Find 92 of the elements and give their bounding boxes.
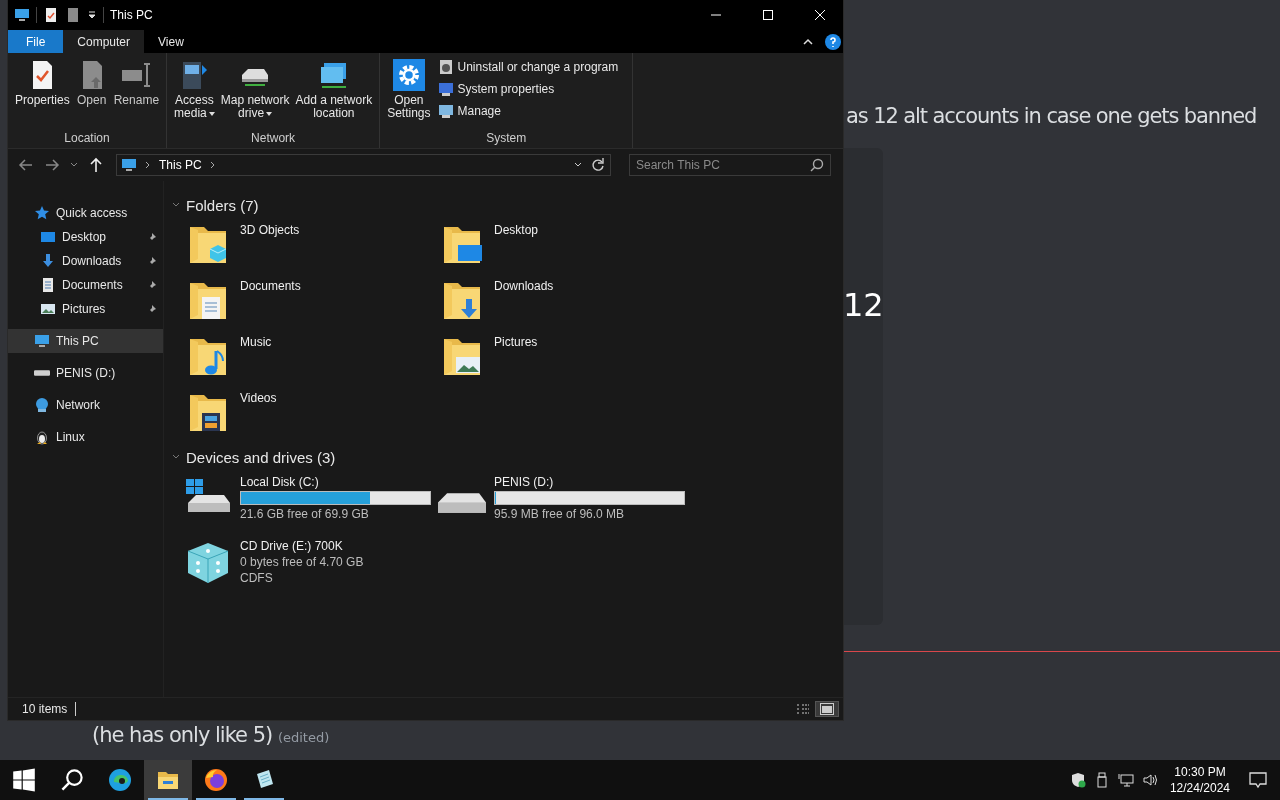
network-icon[interactable] [1117, 772, 1134, 788]
embed-text: 12 [843, 286, 884, 324]
folder-item[interactable]: Pictures [438, 329, 692, 385]
drive-item[interactable]: CD Drive (E:) 700K 0 bytes free of 4.70 GB CDFS [184, 533, 438, 591]
drive-item[interactable]: PENIS (D:) 95.9 MB free of 96.0 MB [438, 469, 692, 533]
fox-globe-icon [204, 768, 228, 792]
monitor-icon [40, 229, 56, 245]
ribbon-tab[interactable]: Computer [63, 30, 145, 53]
volume-icon[interactable] [1141, 772, 1158, 788]
chat-message: as 12 alt accounts in case one gets banned [846, 104, 1257, 128]
section-header[interactable]: Folders (7) [172, 193, 843, 217]
sidebar-item[interactable]: Documents [8, 273, 163, 297]
ribbon-button[interactable]: Manage [435, 101, 621, 121]
ribbon-button[interactable]: System properties [435, 79, 621, 99]
address-bar[interactable]: This PC [116, 154, 611, 176]
file-tab[interactable]: File [8, 30, 64, 53]
dropdown-icon[interactable] [87, 10, 97, 20]
taskbar-app-button[interactable] [144, 760, 192, 800]
monitor-icon [34, 333, 50, 349]
list-icon [796, 703, 810, 715]
forward-icon[interactable] [44, 157, 60, 173]
chevron-icon [145, 161, 151, 169]
shield-icon[interactable] [1069, 772, 1086, 788]
document-icon [40, 277, 56, 293]
checklist-icon[interactable] [43, 7, 59, 23]
monitor-icon [437, 81, 454, 97]
close-icon [815, 10, 825, 20]
sidebar-item[interactable]: Network [8, 393, 163, 417]
sidebar-item[interactable]: Linux [8, 425, 163, 449]
ribbon-button[interactable]: Access media [171, 57, 218, 122]
chevron-icon [209, 161, 216, 169]
clock[interactable]: 10:30 PM 12/24/2024 [1161, 765, 1238, 795]
ribbon-button[interactable]: Add a network location [292, 57, 376, 122]
group-label: Location [64, 131, 110, 145]
section-header[interactable]: Devices and drives (3) [172, 445, 843, 469]
sidebar-item[interactable]: PENIS (D:) [8, 361, 163, 385]
drive-name: CD Drive (E:) 700K [240, 539, 344, 553]
search-icon [60, 768, 84, 792]
drive-detail: 21.6 GB free of 69.9 GB [240, 507, 370, 521]
ribbon-button[interactable]: Map network drive [217, 57, 293, 122]
page-icon[interactable] [65, 7, 81, 23]
path-segment[interactable]: This PC [159, 158, 202, 172]
drive-item[interactable]: Local Disk (C:) 21.6 GB free of 69.9 GB [184, 469, 438, 533]
window-icon [820, 703, 834, 715]
notification-icon[interactable] [1248, 770, 1268, 790]
ribbon-tab[interactable]: View [144, 30, 198, 53]
item-count: 10 items [22, 702, 77, 716]
globe-icon [34, 397, 50, 413]
folder-item[interactable]: 3D Objects [184, 217, 438, 273]
folder-item[interactable]: Desktop [438, 217, 692, 273]
ribbon-button[interactable]: Properties [12, 57, 73, 109]
monitor-icon [437, 103, 454, 119]
chat-message: (he has only like 5) (edited) [92, 723, 330, 747]
browser-icon [108, 768, 132, 792]
search-icon [809, 157, 825, 173]
drive-detail: 0 bytes free of 4.70 GB [240, 555, 364, 569]
folder-item[interactable]: Videos [184, 385, 438, 441]
star-icon [34, 205, 50, 221]
settings-icon [392, 59, 425, 91]
sidebar-item[interactable]: This PC [8, 329, 163, 353]
sidebar-item[interactable]: Downloads [8, 249, 163, 273]
up-icon[interactable] [88, 157, 104, 173]
group-label: Network [251, 131, 296, 145]
sidebar-item[interactable]: Quick access [8, 201, 163, 225]
folder-item[interactable]: Downloads [438, 273, 692, 329]
collapse-icon[interactable] [803, 36, 813, 47]
sidebar-item[interactable]: Pictures [8, 297, 163, 321]
penguin-icon [34, 429, 50, 445]
large-icons-view-button[interactable] [815, 701, 839, 717]
caret-icon[interactable] [70, 162, 78, 168]
windows-icon [12, 768, 36, 792]
ribbon-button[interactable]: Uninstall or change a program [435, 57, 621, 77]
search-field[interactable]: Search This PC [629, 154, 831, 176]
window-title: This PC [110, 8, 153, 22]
download-icon [40, 253, 56, 269]
dropdown-icon[interactable] [574, 162, 582, 168]
back-icon[interactable] [18, 157, 34, 173]
drive-detail: 95.9 MB free of 96.0 MB [494, 507, 626, 521]
folder-item[interactable]: Music [184, 329, 438, 385]
maximize-icon [763, 10, 773, 20]
drive-name: Local Disk (C:) [240, 475, 320, 489]
help-icon[interactable] [825, 33, 841, 50]
monitor-icon [14, 7, 30, 23]
picture-icon [40, 301, 56, 317]
drive-detail: CDFS [240, 571, 274, 585]
refresh-icon[interactable] [590, 157, 606, 173]
folder-item[interactable]: Documents [184, 273, 438, 329]
group-label: System [486, 131, 527, 145]
ribbon-button[interactable]: Open Settings [384, 57, 434, 122]
monitor-icon [121, 157, 137, 173]
drive-name: PENIS (D:) [494, 475, 555, 489]
sidebar-item[interactable]: Desktop [8, 225, 163, 249]
